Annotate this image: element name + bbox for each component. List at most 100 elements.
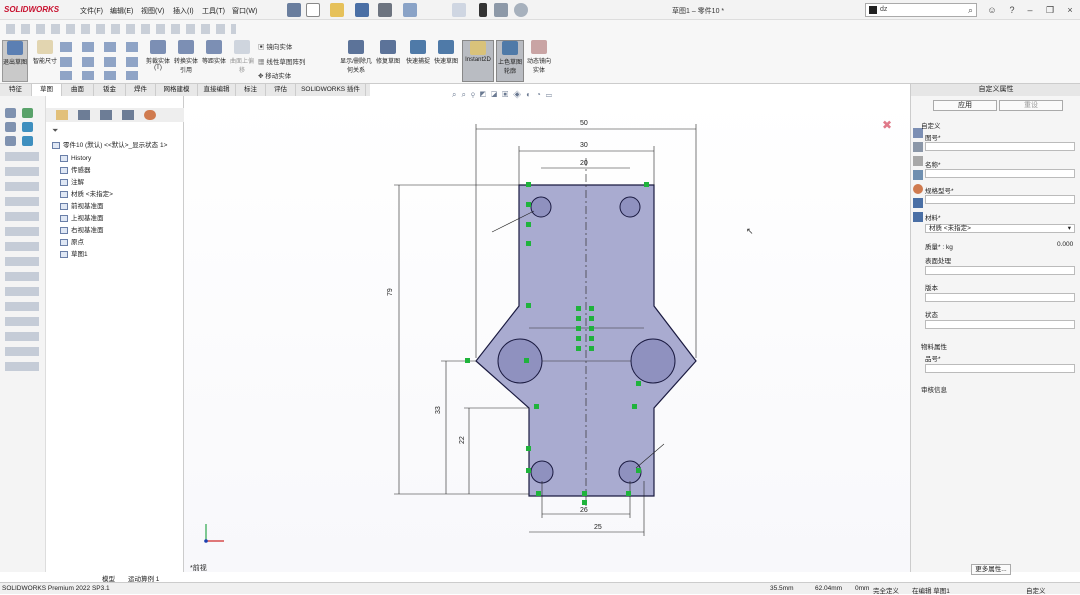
filter-icon[interactable]: ⏷ xyxy=(52,126,58,136)
surface-treatment-field[interactable] xyxy=(925,266,1075,275)
name-field[interactable] xyxy=(925,169,1075,178)
dimxpert-tab-icon[interactable] xyxy=(122,110,134,120)
undo-icon[interactable] xyxy=(403,3,417,17)
exit-sketch-button[interactable]: 退出草图 xyxy=(2,40,28,82)
options-gear-icon[interactable] xyxy=(514,3,528,17)
dynamic-mirror-button[interactable]: 动态镜向实体 xyxy=(526,40,552,82)
tree-item-sensors[interactable]: 传感器 xyxy=(60,165,91,177)
display-manager-tab-icon[interactable] xyxy=(144,110,156,120)
menu-window[interactable]: 窗口(W) xyxy=(232,6,257,16)
open-folder-icon[interactable] xyxy=(330,3,344,17)
file-explorer-tab-icon[interactable] xyxy=(913,170,923,180)
tree-item-history[interactable]: History xyxy=(60,153,91,165)
tab-add-ins[interactable]: SOLIDWORKS 插件 xyxy=(296,84,366,96)
tab-features[interactable]: 特征 xyxy=(0,84,32,96)
relation-tool-icon[interactable] xyxy=(22,108,33,118)
display-relations-button[interactable]: 显示/删除几何关系 xyxy=(340,40,372,82)
menu-file[interactable]: 文件(F) xyxy=(80,6,103,16)
tree-item-front-plane[interactable]: 前视基准面 xyxy=(60,201,104,213)
design-library-tab-icon[interactable] xyxy=(913,156,923,166)
constraint-marker xyxy=(636,381,641,386)
item-number-field[interactable] xyxy=(925,364,1075,373)
hole xyxy=(497,338,543,384)
sketch-tool-icon[interactable] xyxy=(5,122,16,132)
rapid-sketch-button[interactable]: 快速草图 xyxy=(433,40,459,82)
account-icon[interactable]: ☺ xyxy=(986,4,998,16)
reset-button[interactable]: 重设 xyxy=(999,100,1063,111)
exit-sketch-label: 退出草图 xyxy=(3,60,28,66)
configuration-manager-tab-icon[interactable] xyxy=(100,110,112,120)
constraint-marker xyxy=(536,491,541,496)
tree-item-material[interactable]: 材质 <未指定> xyxy=(60,189,113,201)
version-field[interactable] xyxy=(925,293,1075,302)
quick-snaps-button[interactable]: 快速捕捉 xyxy=(405,40,431,82)
resources-tab-icon[interactable] xyxy=(913,142,923,152)
appearances-tab-icon[interactable] xyxy=(913,184,923,194)
material-select-value: 材质 <未指定> xyxy=(929,225,971,232)
mirror-entities-item[interactable]: ▣ 镜向实体 xyxy=(258,41,292,51)
help-icon[interactable]: ? xyxy=(1006,4,1018,16)
drawing-number-field[interactable] xyxy=(925,142,1075,151)
tree-item-right-plane[interactable]: 右视基准面 xyxy=(60,225,104,237)
save-icon[interactable] xyxy=(355,3,369,17)
sketch-entities-icons[interactable] xyxy=(60,40,140,80)
material-select[interactable]: 材质 <未指定> ▾ xyxy=(925,224,1075,233)
tab-sheet-metal[interactable]: 钣金 xyxy=(94,84,126,96)
tab-markup[interactable]: 标注 xyxy=(236,84,266,96)
tree-item-top-plane[interactable]: 上视基准面 xyxy=(60,213,104,225)
traffic-light-icon[interactable] xyxy=(479,3,487,17)
sketch-tool-icon[interactable] xyxy=(22,136,33,146)
model-spec-field[interactable] xyxy=(925,195,1075,204)
field-label: 规格型号* xyxy=(925,188,954,195)
home-icon[interactable] xyxy=(287,3,301,17)
solidworks-forum-tab-icon[interactable] xyxy=(913,212,923,222)
new-file-icon[interactable] xyxy=(306,3,320,17)
status-field[interactable] xyxy=(925,320,1075,329)
menu-tools[interactable]: 工具(T) xyxy=(202,6,225,16)
tree-root[interactable]: 零件10 (默认) <<默认>_显示状态 1> xyxy=(52,140,167,152)
linear-pattern-item[interactable]: ▦ 线性草图阵列 xyxy=(258,56,305,66)
tab-surfaces[interactable]: 曲面 xyxy=(62,84,94,96)
search-input[interactable]: dz ⌕ xyxy=(865,3,977,17)
tree-item-annotations[interactable]: 注解 xyxy=(60,177,84,189)
print-icon[interactable] xyxy=(378,3,392,17)
section-custom: 自定义 xyxy=(921,123,941,130)
select-arrow-icon[interactable] xyxy=(452,3,466,17)
trim-entities-button[interactable]: 剪裁实体(T) xyxy=(145,40,171,82)
tab-direct-editing[interactable]: 直接编辑 xyxy=(198,84,236,96)
instant2d-button[interactable]: Instant2D xyxy=(462,40,494,82)
property-manager-tab-icon[interactable] xyxy=(78,110,90,120)
left-tool-icons[interactable] xyxy=(5,152,39,372)
smart-dimension-button[interactable]: 智能尺寸 xyxy=(32,40,58,82)
repair-sketch-button[interactable]: 修复草图 xyxy=(374,40,402,82)
move-entities-item[interactable]: ✥ 移动实体 xyxy=(258,70,291,80)
convert-entities-button[interactable]: 转换实体引用 xyxy=(172,40,200,82)
tab-evaluate[interactable]: 评估 xyxy=(266,84,296,96)
rebuild-icon[interactable] xyxy=(494,3,508,17)
feature-manager-tab-icon[interactable] xyxy=(56,110,68,120)
shaded-sketch-contours-button[interactable]: 上色草图轮廓 xyxy=(496,40,524,82)
quick-toolbar-icons[interactable] xyxy=(6,24,236,34)
tab-mesh-modeling[interactable]: 网格建模 xyxy=(156,84,198,96)
tab-weldments[interactable]: 焊件 xyxy=(126,84,156,96)
z-coordinate: 0mm xyxy=(855,585,870,592)
tree-item-sketch1[interactable]: 草图1 xyxy=(60,249,88,261)
offset-entities-button[interactable]: 等距实体 xyxy=(201,40,227,82)
minimize-button[interactable]: – xyxy=(1024,4,1036,16)
custom-properties-tab-icon[interactable] xyxy=(913,198,923,208)
close-button[interactable]: × xyxy=(1064,4,1076,16)
tab-sketch[interactable]: 草图 xyxy=(32,84,62,96)
more-properties-button[interactable]: 更多属性... xyxy=(971,564,1011,575)
menu-edit[interactable]: 编辑(E) xyxy=(110,6,133,16)
restore-button[interactable]: ❐ xyxy=(1044,4,1056,16)
offset-on-surface-button[interactable]: 曲面上偏移 xyxy=(229,40,255,82)
sketch-tool-icon[interactable] xyxy=(5,136,16,146)
sensor-icon xyxy=(60,166,68,174)
rotate-tool-icon[interactable] xyxy=(22,122,33,132)
menu-insert[interactable]: 插入(I) xyxy=(173,6,194,16)
menu-view[interactable]: 视图(V) xyxy=(141,6,164,16)
apply-button[interactable]: 应用 xyxy=(933,100,997,111)
graphics-area[interactable]: ⌕⌕⚲◩◪▣◈◐◔▭ ✖ 50 30 20 79 33 22 26 25 *前视… xyxy=(184,90,910,572)
tree-item-origin[interactable]: 原点 xyxy=(60,237,84,249)
sketch-tool-icon[interactable] xyxy=(5,108,16,118)
